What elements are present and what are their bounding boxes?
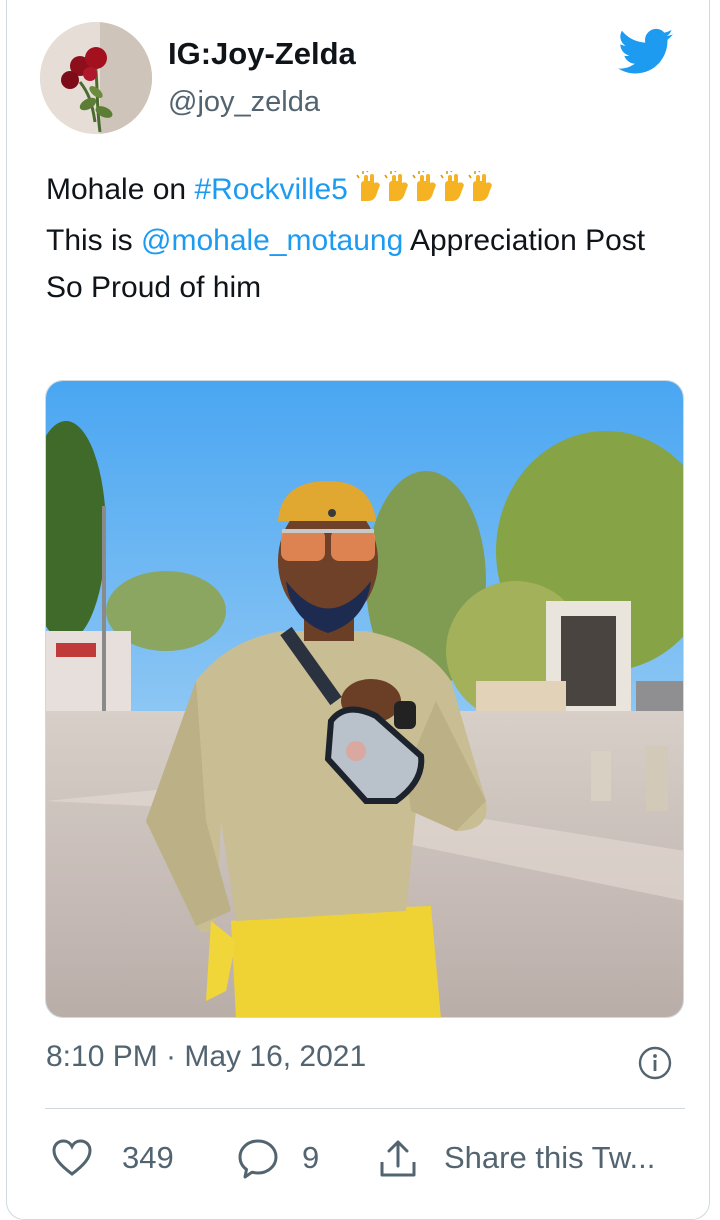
- rose-avatar-icon: [40, 22, 152, 134]
- tweet-line-1: Mohale on #Rockville5: [46, 166, 676, 217]
- tweet-line-3: So Proud of him: [46, 271, 262, 304]
- hashtag-link[interactable]: #Rockville5: [194, 173, 347, 206]
- reply-count: 9: [302, 1140, 320, 1175]
- tweet-photo[interactable]: [45, 380, 684, 1018]
- author-name[interactable]: IG:Joy-Zelda: [168, 36, 356, 72]
- heart-icon: [52, 1139, 92, 1176]
- action-bar: 349 9 Share this Tw...: [46, 1130, 696, 1190]
- tweet-header: IG:Joy-Zelda @joy_zelda: [40, 22, 700, 142]
- reply-bubble-icon: [238, 1139, 278, 1179]
- like-button[interactable]: 349: [50, 1130, 174, 1186]
- author-avatar[interactable]: [40, 22, 152, 134]
- raising-hands-icon: [468, 169, 492, 201]
- tweet-text-this-is: This is: [46, 224, 142, 257]
- share-button[interactable]: Share this Tw...: [376, 1130, 655, 1186]
- share-upload-icon: [380, 1140, 416, 1177]
- author-handle[interactable]: @joy_zelda: [168, 86, 320, 119]
- photo-man-in-yellow-cap: [46, 381, 683, 1017]
- raising-hands-icon: [440, 169, 464, 201]
- tweet-text-prefix: Mohale on: [46, 173, 195, 206]
- tweet-timestamp[interactable]: 8:10 PM · May 16, 2021: [46, 1040, 366, 1074]
- raising-hands-icon: [384, 169, 408, 201]
- mention-link[interactable]: @mohale_motaung: [141, 224, 403, 257]
- tweet-line-2: This is @mohale_motaung Appreciation Pos…: [46, 217, 676, 264]
- tweet-text-appreciation: Appreciation Post: [403, 224, 646, 257]
- raising-hands-icon: [412, 169, 436, 201]
- like-count: 349: [122, 1140, 174, 1175]
- action-divider: [45, 1108, 685, 1109]
- raising-hands-icon: [356, 169, 380, 201]
- tweet-text: Mohale on #Rockville5 This is @mohale_mo…: [46, 166, 676, 311]
- twitter-bird-icon[interactable]: [618, 28, 674, 76]
- info-icon[interactable]: [638, 1046, 672, 1080]
- raising-hands-emoji: [356, 169, 496, 217]
- reply-button[interactable]: 9: [236, 1130, 319, 1186]
- share-label: Share this Tw...: [444, 1140, 656, 1175]
